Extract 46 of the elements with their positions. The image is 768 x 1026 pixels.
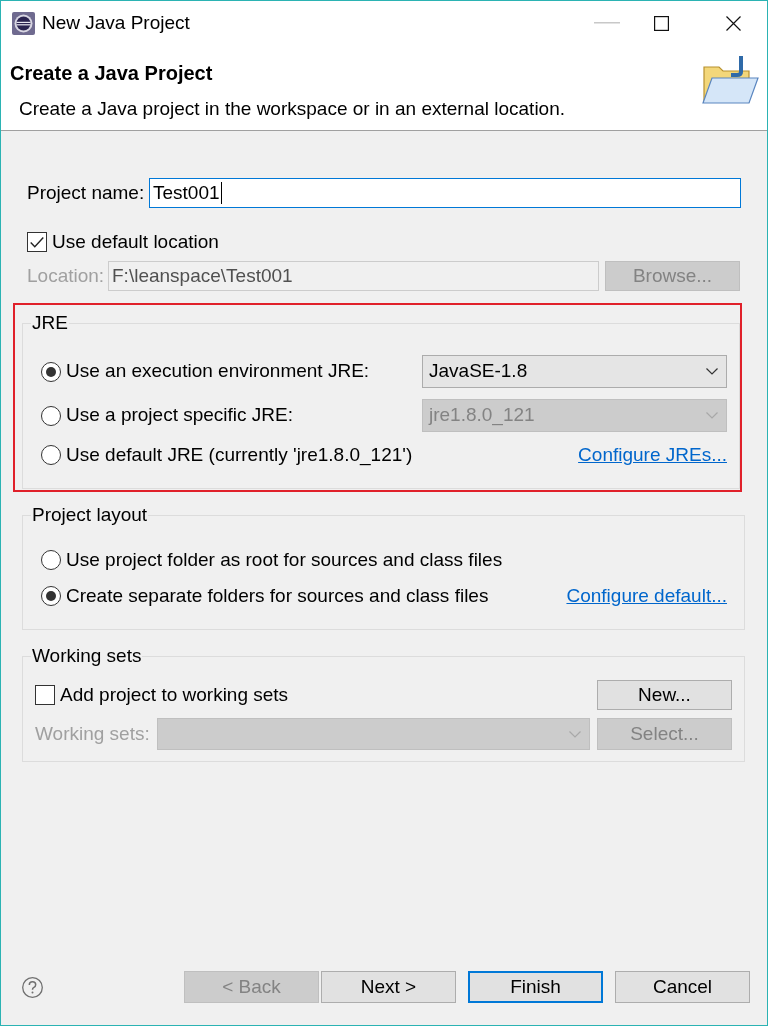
folder-icon (701, 55, 759, 106)
dialog-button: < Back (184, 971, 319, 1003)
field-label: Project name: (27, 180, 146, 205)
configure-link[interactable]: Configure default... (566, 581, 727, 611)
app-icon (12, 11, 35, 35)
page-title: Create a Java Project (10, 61, 213, 86)
project-name-field[interactable]: Test001 (149, 178, 741, 208)
page-description: Create a Java project in the workspace or in an external location. (19, 97, 566, 121)
chevron-down-icon (706, 368, 718, 375)
radio-button[interactable] (41, 445, 61, 465)
dialog-button[interactable]: Finish (468, 971, 603, 1003)
dropdown: jre1.8.0_121 (422, 399, 727, 432)
radio-label[interactable]: Use an execution environment JRE: (66, 357, 370, 386)
group-title: JRE (31, 312, 69, 334)
chevron-down-icon (706, 412, 718, 419)
radio-label[interactable]: Use project folder as root for sources and class files (66, 545, 503, 575)
checkbox-label[interactable]: Add project to working sets (60, 680, 289, 710)
radio-label[interactable]: Use a project specific JRE: (66, 401, 294, 430)
new-button[interactable]: New... (597, 680, 732, 710)
window-title: New Java Project (42, 10, 190, 35)
help-icon[interactable] (22, 976, 43, 998)
configure-link[interactable]: Configure JREs... (578, 440, 727, 470)
location-field: F:\leanspace\Test001 (108, 261, 599, 291)
radio-button[interactable] (41, 361, 61, 382)
radio-button[interactable] (41, 550, 61, 570)
radio-label[interactable]: Create separate folders for sources and class files (66, 581, 489, 611)
checkbox[interactable] (35, 685, 55, 705)
field-label: Working sets: (35, 721, 151, 746)
close-icon[interactable] (726, 15, 741, 31)
dialog-button[interactable]: Cancel (615, 971, 750, 1003)
maximize-icon[interactable] (654, 15, 669, 31)
radio-button[interactable] (41, 405, 61, 426)
group-title: Working sets (31, 645, 143, 667)
checkbox-label[interactable]: Use default location (52, 227, 219, 257)
checkmark-icon (30, 236, 44, 248)
radio-label[interactable]: Use default JRE (currently 'jre1.8.0_121') (66, 440, 413, 470)
field-label: Location: (27, 263, 106, 288)
text-cursor-icon (220, 182, 222, 204)
radio-button[interactable] (41, 586, 61, 606)
group-title: Project layout (31, 504, 149, 526)
chevron-down-icon (569, 730, 581, 738)
dropdown[interactable]: JavaSE-1.8 (422, 355, 727, 388)
dialog-button[interactable]: Next > (321, 971, 456, 1003)
checkbox[interactable] (27, 232, 47, 252)
select-button: Select... (597, 718, 732, 750)
browse-button: Browse... (605, 261, 740, 291)
